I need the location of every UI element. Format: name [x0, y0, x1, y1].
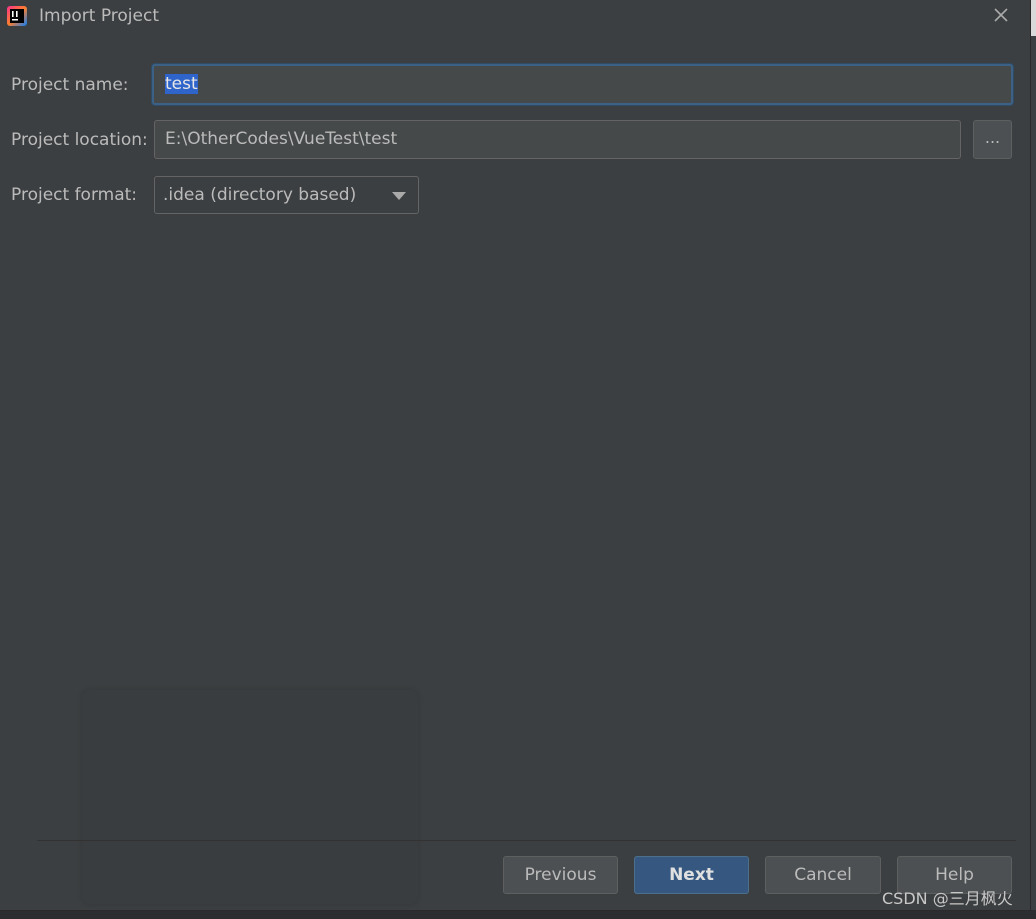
dialog-title: Import Project — [39, 6, 159, 26]
watermark-text: CSDN @三月枫火 — [882, 889, 1013, 908]
project-format-label: Project format: — [11, 185, 138, 205]
title-bar: Import Project — [0, 0, 1030, 34]
import-project-dialog: Import Project Project name: test Projec… — [0, 0, 1031, 911]
project-name-label: Project name: — [11, 75, 129, 95]
project-name-input[interactable]: test — [152, 64, 1013, 105]
close-icon[interactable] — [990, 4, 1012, 26]
project-location-label: Project location: — [11, 130, 148, 150]
project-location-value: E:\OtherCodes\VueTest\test — [165, 129, 398, 149]
project-location-input[interactable]: E:\OtherCodes\VueTest\test — [154, 120, 961, 159]
previous-button[interactable]: Previous — [503, 856, 618, 894]
intellij-icon — [7, 6, 27, 26]
cancel-button[interactable]: Cancel — [765, 856, 881, 894]
project-format-selected: .idea (directory based) — [163, 185, 357, 205]
browse-button[interactable]: ... — [973, 120, 1012, 159]
project-name-value: test — [165, 74, 198, 94]
ghost-overlay-panel — [82, 690, 418, 904]
footer-separator — [37, 840, 1016, 841]
chevron-down-icon — [392, 192, 406, 200]
next-button[interactable]: Next — [634, 856, 749, 894]
project-format-dropdown[interactable]: .idea (directory based) — [154, 176, 419, 214]
background-bottom-edge — [0, 910, 1036, 919]
